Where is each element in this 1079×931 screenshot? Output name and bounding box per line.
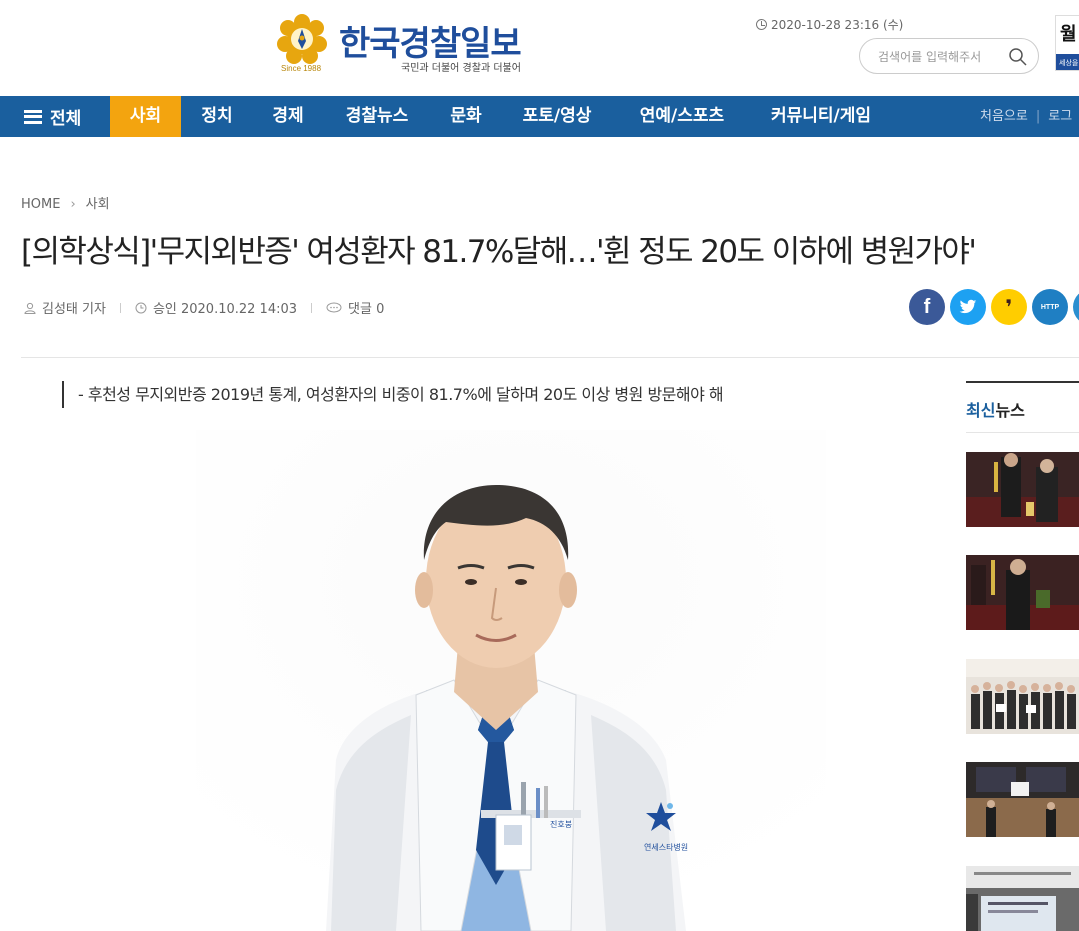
search-input[interactable] (878, 47, 998, 67)
nav-item-community-game[interactable]: 커뮤니티/게임 (757, 96, 885, 137)
meta-divider (311, 302, 313, 313)
nav-item-police-news[interactable]: 경찰뉴스 (332, 96, 422, 137)
nav-login-link[interactable]: 로그 (1048, 109, 1072, 124)
article-photo[interactable]: 진호붕 연세스타병원 (196, 430, 826, 931)
nav-all-label: 전체 (50, 109, 82, 129)
search-icon[interactable] (1008, 47, 1028, 67)
article-summary: - 후천성 무지외반증 2019년 통계, 여성환자의 비중이 81.7%에 달… (62, 381, 724, 408)
chevron-right-icon: › (70, 197, 76, 212)
nav-item-photo-video[interactable]: 포토/영상 (509, 96, 605, 137)
twitter-icon (959, 299, 977, 314)
hospital-logo-text: 연세스타병원 (644, 843, 688, 852)
doctor-portrait-image: 진호붕 연세스타병원 (196, 430, 826, 931)
latest-news-title: 최신뉴스 (966, 397, 1025, 421)
comment-count[interactable]: 댓글 0 (348, 298, 384, 317)
latest-news-title-accent: 최신 (966, 401, 996, 420)
nav-separator: | (1035, 109, 1041, 124)
article-meta: 김성태 기자 승인 2020.10.22 14:03 댓글 0 (24, 298, 384, 317)
nav-all-menu-button[interactable]: 전체 (24, 96, 81, 137)
hamburger-icon (24, 109, 42, 124)
logo-slogan: 국민과 더불어 경찰과 더불어 (401, 63, 521, 74)
nav-item-society[interactable]: 사회 (110, 96, 181, 137)
reporter-name: 김성태 기자 (42, 302, 106, 317)
site-logo[interactable]: Since 1988 한국경찰일보 국민과 더불어 경찰과 더불어 (277, 14, 547, 76)
search-box (859, 38, 1039, 74)
sidebar-title-divider (966, 432, 1079, 433)
clock-icon (756, 19, 767, 30)
latest-news-thumbnail[interactable] (966, 866, 1079, 931)
nav-item-politics[interactable]: 정치 (183, 96, 251, 137)
facebook-share-button[interactable]: f (909, 289, 945, 325)
nav-item-economy[interactable]: 경제 (254, 96, 322, 137)
latest-news-thumbnail[interactable] (966, 659, 1079, 734)
main-nav: 전체 사회 정치 경제 경찰뉴스 문화 포토/영상 연예/스포츠 커뮤니티/게임… (0, 96, 1079, 137)
latest-news-thumbnail[interactable] (966, 762, 1079, 837)
header-banner-ad[interactable]: 월 세상을 (1055, 15, 1079, 71)
logo-since: Since 1988 (281, 64, 322, 73)
site-header: Since 1988 한국경찰일보 국민과 더불어 경찰과 더불어 2020-1… (0, 0, 1079, 96)
meta-divider (119, 302, 121, 313)
share-buttons: f ❜ HTTP (909, 289, 1079, 325)
user-icon (24, 302, 36, 314)
police-emblem-icon (277, 14, 327, 64)
breadcrumb-section[interactable]: 사회 (86, 197, 110, 212)
sidebar-top-line (966, 381, 1079, 383)
banner-subtext: 세상을 (1056, 54, 1079, 70)
approved-datetime: 승인 2020.10.22 14:03 (152, 302, 298, 317)
kakaostory-share-button[interactable]: ❜ (991, 289, 1027, 325)
twitter-share-button[interactable] (950, 289, 986, 325)
badge-name-text: 진호붕 (550, 819, 572, 829)
more-share-button[interactable] (1073, 289, 1079, 325)
current-datetime: 2020-10-28 23:16 (수) (756, 16, 903, 33)
facebook-icon: f (923, 295, 931, 318)
link-icon: HTTP (1040, 303, 1060, 311)
comment-icon (326, 302, 342, 312)
breadcrumb: HOME › 사회 (21, 193, 110, 212)
kakaostory-icon: ❜ (1005, 295, 1013, 319)
banner-text: 월 (1060, 24, 1077, 45)
latest-news-thumbnail[interactable] (966, 555, 1079, 630)
header-divider (21, 357, 1079, 358)
breadcrumb-home[interactable]: HOME (21, 197, 60, 212)
latest-news-thumbnail[interactable] (966, 452, 1079, 527)
nav-home-link[interactable]: 처음으로 (980, 109, 1028, 124)
nav-item-entertainment-sports[interactable]: 연예/스포츠 (624, 96, 740, 137)
article-title: [의학상식]'무지외반증' 여성환자 81.7%달해…'휜 정도 20도 이하에… (21, 234, 977, 270)
nav-utility-links: 처음으로 | 로그 (980, 96, 1072, 137)
latest-news-title-rest: 뉴스 (995, 401, 1025, 420)
clock-icon (135, 302, 147, 313)
url-copy-button[interactable]: HTTP (1032, 289, 1068, 325)
logo-title: 한국경찰일보 (339, 24, 522, 64)
nav-item-culture[interactable]: 문화 (432, 96, 500, 137)
